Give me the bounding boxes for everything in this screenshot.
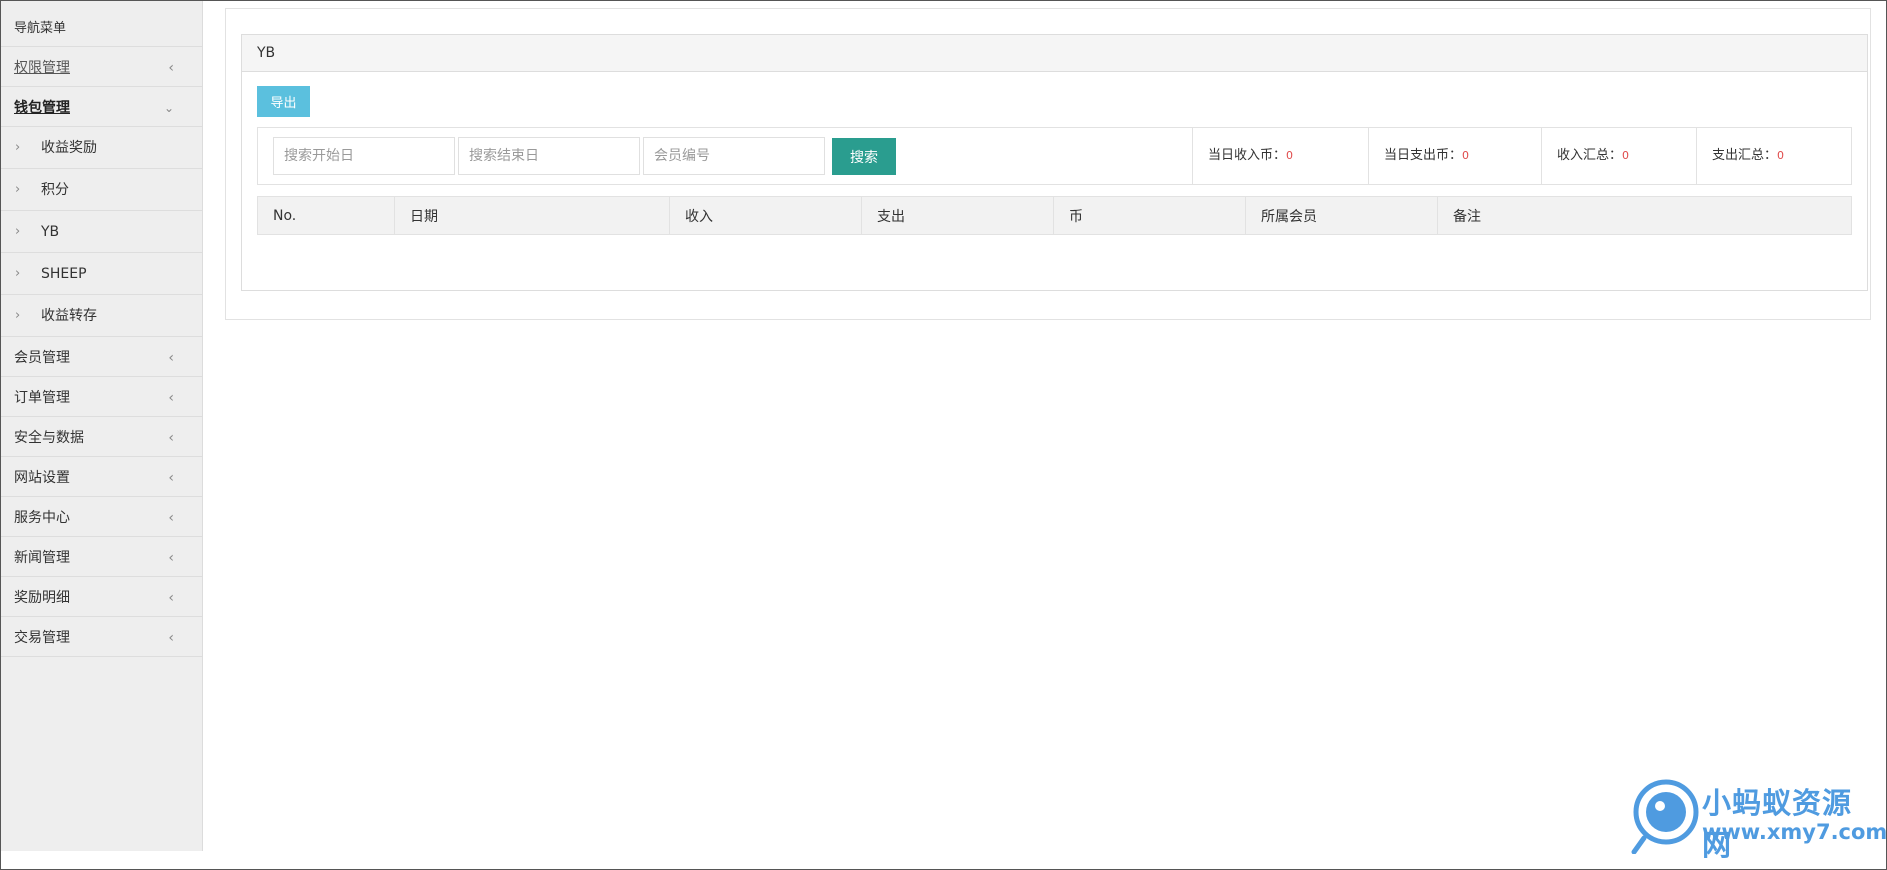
sidebar-item-label: 安全与数据 xyxy=(14,430,84,446)
sidebar-item-reward-details[interactable]: 奖励明细 ‹ xyxy=(1,577,202,617)
sidebar-item-security-data[interactable]: 安全与数据 ‹ xyxy=(1,417,202,457)
chevron-left-icon: ‹ xyxy=(168,430,174,446)
export-button[interactable]: 导出 xyxy=(257,86,310,117)
search-bar: 搜索 当日收入币：0 当日支出币：0 收入汇总：0 支出汇总：0 xyxy=(257,127,1852,185)
watermark: 小蚂蚁资源网 www.xmy7.com xyxy=(1630,776,1887,862)
column-header-date: 日期 xyxy=(394,196,670,235)
column-header-member: 所属会员 xyxy=(1245,196,1438,235)
stat-income-total: 收入汇总：0 xyxy=(1541,128,1696,184)
sidebar-item-members[interactable]: 会员管理 ‹ xyxy=(1,337,202,377)
chevron-right-icon: › xyxy=(15,182,21,197)
chevron-left-icon: ‹ xyxy=(168,60,174,76)
sidebar-item-service-center[interactable]: 服务中心 ‹ xyxy=(1,497,202,537)
chevron-left-icon: ‹ xyxy=(168,350,174,366)
sidebar-subitem-label: 收益奖励 xyxy=(41,140,97,156)
column-header-income: 收入 xyxy=(669,196,862,235)
sidebar-item-wallet[interactable]: 钱包管理 ⌄ xyxy=(1,87,202,127)
sidebar-item-label: 网站设置 xyxy=(14,470,70,486)
sidebar-item-label: 订单管理 xyxy=(14,390,70,406)
chevron-left-icon: ‹ xyxy=(168,550,174,566)
column-header-coin: 币 xyxy=(1053,196,1246,235)
sidebar-item-label: 钱包管理 xyxy=(14,100,70,116)
sidebar-subitem-label: SHEEP xyxy=(41,266,87,282)
sidebar-item-label: 会员管理 xyxy=(14,350,70,366)
search-start-date-input[interactable] xyxy=(273,137,455,175)
chevron-down-icon: ⌄ xyxy=(163,101,174,115)
sidebar-subitem-label: 收益转存 xyxy=(41,308,97,324)
sidebar-subitem-sheep[interactable]: › SHEEP xyxy=(1,253,202,295)
records-table: No. 日期 收入 支出 币 所属会员 备注 xyxy=(257,196,1852,235)
stat-today-income: 当日收入币：0 xyxy=(1192,128,1368,184)
sidebar-item-site-settings[interactable]: 网站设置 ‹ xyxy=(1,457,202,497)
column-header-remark: 备注 xyxy=(1437,196,1852,235)
stat-value: 0 xyxy=(1286,149,1294,162)
nav-menu-title: 导航菜单 xyxy=(1,1,202,47)
table-header-row: No. 日期 收入 支出 币 所属会员 备注 xyxy=(257,196,1852,235)
ant-logo-icon xyxy=(1631,779,1699,854)
chevron-left-icon: ‹ xyxy=(168,470,174,486)
stat-label: 支出汇总： xyxy=(1712,148,1778,163)
sidebar-item-label: 奖励明细 xyxy=(14,590,70,606)
sidebar-item-label: 交易管理 xyxy=(14,630,70,646)
stat-label: 收入汇总： xyxy=(1557,148,1623,163)
stat-value: 0 xyxy=(1622,149,1630,162)
chevron-left-icon: ‹ xyxy=(168,630,174,646)
sidebar-item-permissions[interactable]: 权限管理 ‹ xyxy=(1,47,202,87)
stat-today-expense: 当日支出币：0 xyxy=(1368,128,1541,184)
sidebar-item-label: 权限管理 xyxy=(14,60,70,76)
watermark-url: www.xmy7.com xyxy=(1702,820,1887,844)
stat-value: 0 xyxy=(1462,149,1470,162)
chevron-left-icon: ‹ xyxy=(168,590,174,606)
chevron-right-icon: › xyxy=(15,224,21,239)
sidebar: 导航菜单 权限管理 ‹ 钱包管理 ⌄ › 收益奖励 › 积分 › YB › SH… xyxy=(1,1,203,851)
sidebar-subitem-label: YB xyxy=(41,224,60,240)
chevron-right-icon: › xyxy=(15,140,21,155)
sidebar-item-orders[interactable]: 订单管理 ‹ xyxy=(1,377,202,417)
stat-label: 当日收入币： xyxy=(1208,148,1287,163)
sidebar-item-news[interactable]: 新闻管理 ‹ xyxy=(1,537,202,577)
chevron-right-icon: › xyxy=(15,308,21,323)
stat-label: 当日支出币： xyxy=(1384,148,1463,163)
sidebar-item-label: 新闻管理 xyxy=(14,550,70,566)
sidebar-subitem-points[interactable]: › 积分 xyxy=(1,169,202,211)
search-end-date-input[interactable] xyxy=(458,137,640,175)
stat-expense-total: 支出汇总：0 xyxy=(1696,128,1851,184)
sidebar-subitem-income-transfer[interactable]: › 收益转存 xyxy=(1,295,202,337)
chevron-left-icon: ‹ xyxy=(168,510,174,526)
column-header-no: No. xyxy=(257,196,395,235)
sidebar-subitem-label: 积分 xyxy=(41,182,69,198)
sidebar-subitem-yb[interactable]: › YB xyxy=(1,211,202,253)
search-button[interactable]: 搜索 xyxy=(832,138,896,175)
sidebar-item-label: 服务中心 xyxy=(14,510,70,526)
panel-title: YB xyxy=(242,35,1867,72)
member-id-input[interactable] xyxy=(643,137,825,175)
sidebar-item-trading[interactable]: 交易管理 ‹ xyxy=(1,617,202,657)
yb-panel: YB 导出 搜索 当日收入币：0 当日支出币：0 收入汇总：0 支出汇总：0 N… xyxy=(241,34,1868,291)
stat-value: 0 xyxy=(1777,149,1785,162)
chevron-left-icon: ‹ xyxy=(168,390,174,406)
sidebar-subitem-income-reward[interactable]: › 收益奖励 xyxy=(1,127,202,169)
chevron-right-icon: › xyxy=(15,266,21,281)
column-header-expense: 支出 xyxy=(861,196,1054,235)
